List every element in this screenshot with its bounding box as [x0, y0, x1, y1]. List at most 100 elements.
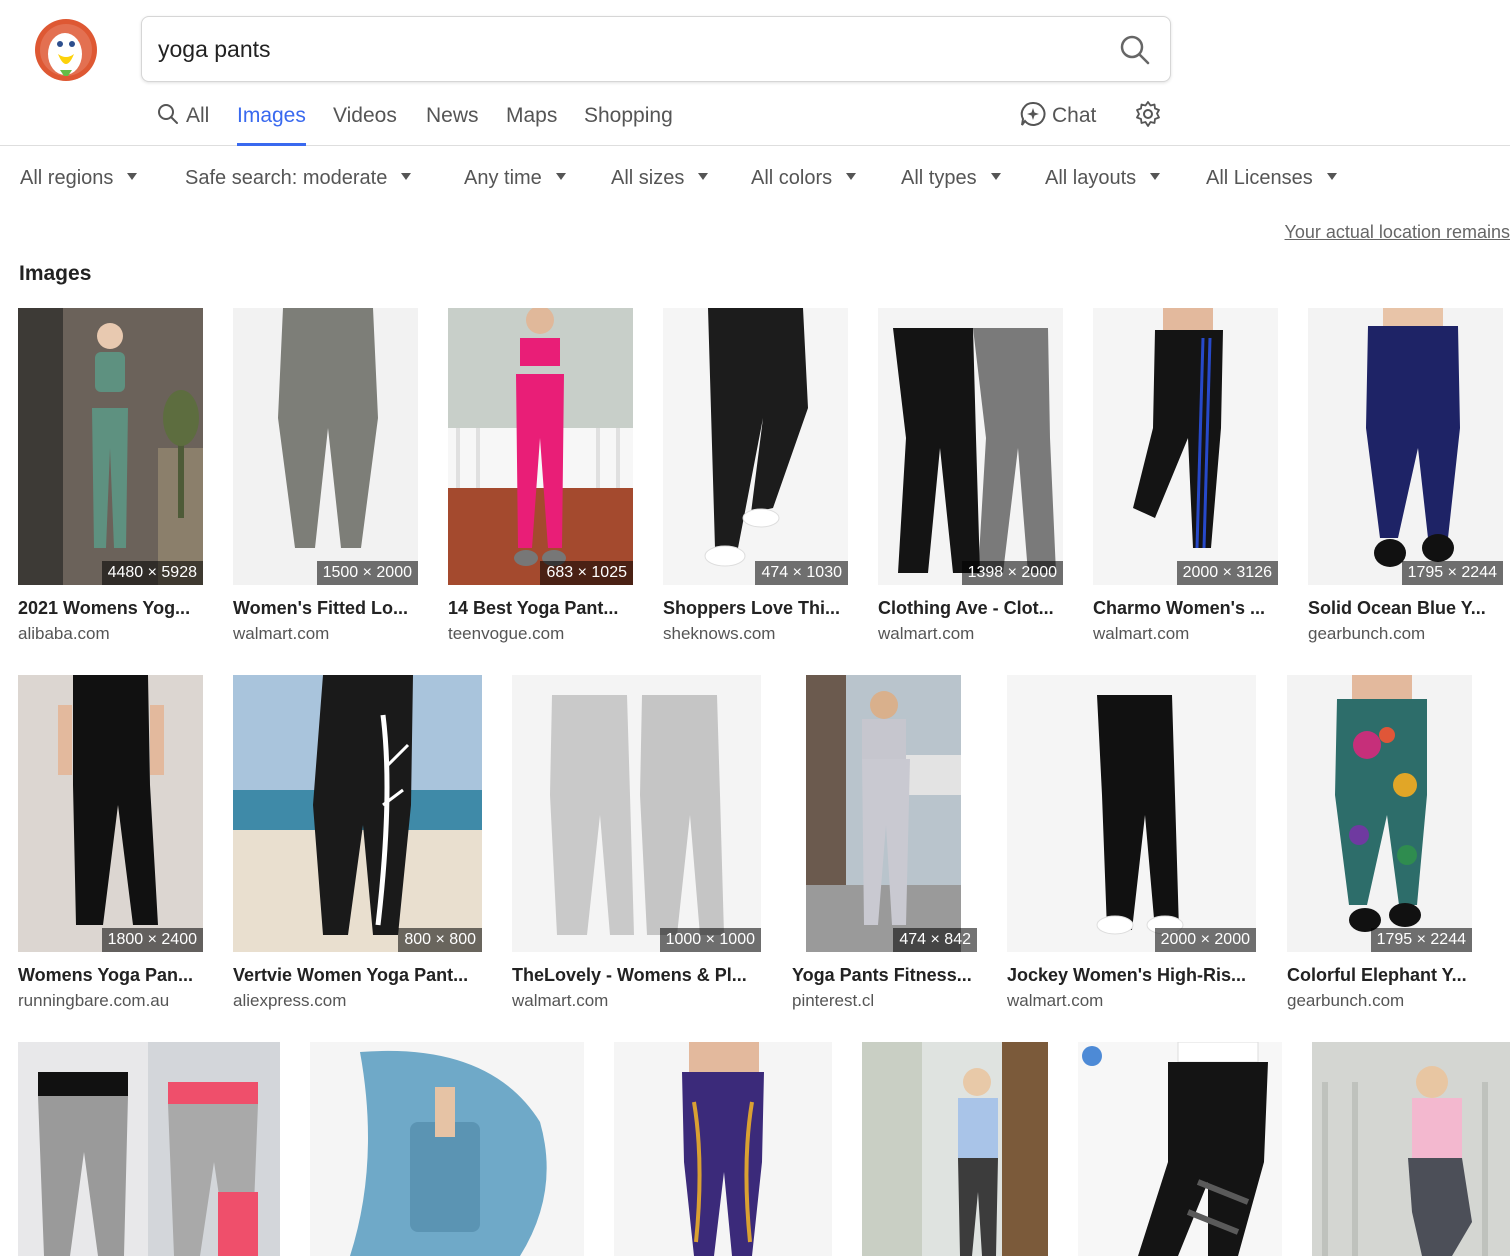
image-result[interactable]	[1312, 1042, 1510, 1256]
image-title[interactable]: Shoppers Love Thi...	[663, 598, 848, 619]
image-thumbnail[interactable]: 1500 × 2000	[233, 308, 418, 585]
image-title[interactable]: Jockey Women's High-Ris...	[1007, 965, 1257, 986]
image-thumbnail[interactable]: 474 × 1030	[663, 308, 848, 585]
image-dimensions: 2000 × 3126	[1176, 561, 1278, 585]
image-result[interactable]: 1795 × 2244 Colorful Elephant Y... gearb…	[1287, 675, 1472, 1015]
tab-news[interactable]: News	[426, 96, 479, 146]
image-thumbnail[interactable]	[614, 1042, 832, 1256]
image-source: teenvogue.com	[448, 624, 565, 643]
image-result[interactable]: 474 × 842 Yoga Pants Fitness... pinteres…	[792, 675, 977, 1015]
image-thumbnail[interactable]	[310, 1042, 584, 1256]
image-source: walmart.com	[233, 624, 330, 643]
image-title[interactable]: Yoga Pants Fitness...	[792, 965, 977, 986]
filter-label: All sizes	[611, 167, 685, 189]
filter-label: All types	[901, 167, 977, 189]
image-thumbnail[interactable]: 1795 × 2244	[1287, 675, 1472, 952]
image-thumbnail[interactable]	[18, 1042, 280, 1256]
image-result[interactable]	[862, 1042, 1048, 1256]
image-result[interactable]: 1795 × 2244 Solid Ocean Blue Y... gearbu…	[1308, 308, 1503, 648]
tab-all[interactable]: All	[156, 96, 209, 146]
image-title[interactable]: 2021 Womens Yog...	[18, 598, 203, 619]
image-source: alibaba.com	[18, 624, 110, 643]
filter-color[interactable]: All colors	[751, 160, 857, 196]
vertical-nav: All Images Videos News Maps Shopping Cha…	[0, 96, 1510, 146]
image-result[interactable]: 1800 × 2400 Womens Yoga Pan... runningba…	[18, 675, 203, 1015]
filter-size[interactable]: All sizes	[611, 160, 709, 196]
caret-down-icon	[401, 173, 412, 181]
duckduckgo-logo[interactable]	[34, 18, 98, 82]
image-thumbnail[interactable]: 1795 × 2244	[1308, 308, 1503, 585]
image-thumbnail[interactable]	[1078, 1042, 1282, 1256]
image-source: gearbunch.com	[1308, 624, 1426, 643]
search-box	[141, 16, 1171, 82]
image-result[interactable]: 2000 × 3126 Charmo Women's ... walmart.c…	[1093, 308, 1278, 648]
filter-region[interactable]: All regions	[20, 160, 138, 196]
image-result[interactable]: 2000 × 2000 Jockey Women's High-Ris... w…	[1007, 675, 1257, 1015]
image-thumbnail[interactable]: 683 × 1025	[448, 308, 633, 585]
image-dimensions: 800 × 800	[398, 928, 482, 952]
image-thumbnail[interactable]	[1312, 1042, 1510, 1256]
caret-down-icon	[127, 173, 138, 181]
filter-label: All colors	[751, 167, 833, 189]
image-thumbnail[interactable]: 800 × 800	[233, 675, 482, 952]
filter-layout[interactable]: All layouts	[1045, 160, 1161, 196]
image-thumbnail[interactable]: 1800 × 2400	[18, 675, 203, 952]
image-result[interactable]: 1000 × 1000 TheLovely - Womens & Pl... w…	[512, 675, 762, 1015]
image-title[interactable]: Colorful Elephant Y...	[1287, 965, 1472, 986]
image-thumbnail[interactable]: 4480 × 5928	[18, 308, 203, 585]
image-title[interactable]: TheLovely - Womens & Pl...	[512, 965, 762, 986]
image-result[interactable]	[310, 1042, 584, 1256]
image-title[interactable]: Womens Yoga Pan...	[18, 965, 203, 986]
image-source: walmart.com	[1093, 624, 1190, 643]
search-input[interactable]	[158, 17, 1098, 81]
image-thumbnail[interactable]: 1000 × 1000	[512, 675, 761, 952]
tab-maps[interactable]: Maps	[506, 96, 557, 146]
image-title[interactable]: Vertvie Women Yoga Pant...	[233, 965, 483, 986]
image-title[interactable]: Solid Ocean Blue Y...	[1308, 598, 1503, 619]
chat-button[interactable]: Chat	[1020, 96, 1096, 146]
image-dimensions: 2000 × 2000	[1154, 928, 1256, 952]
filter-type[interactable]: All types	[901, 160, 1001, 196]
location-notice-link[interactable]: Your actual location remains	[1285, 222, 1510, 243]
settings-button[interactable]	[1134, 96, 1168, 146]
image-result[interactable]: 4480 × 5928 2021 Womens Yog... alibaba.c…	[18, 308, 203, 648]
image-dimensions: 1500 × 2000	[316, 561, 418, 585]
image-dimensions: 474 × 1030	[755, 561, 848, 585]
image-thumbnail[interactable]	[862, 1042, 1048, 1256]
image-title[interactable]: Charmo Women's ...	[1093, 598, 1278, 619]
tab-videos[interactable]: Videos	[333, 96, 397, 146]
image-thumbnail[interactable]: 2000 × 2000	[1007, 675, 1256, 952]
image-result[interactable]	[1078, 1042, 1282, 1256]
image-dimensions: 4480 × 5928	[101, 561, 203, 585]
image-result[interactable]: 474 × 1030 Shoppers Love Thi... sheknows…	[663, 308, 848, 648]
filter-safe-search[interactable]: Safe search: moderate	[185, 160, 412, 196]
tab-shopping[interactable]: Shopping	[584, 96, 673, 146]
image-result[interactable]: 800 × 800 Vertvie Women Yoga Pant... ali…	[233, 675, 483, 1015]
image-source: sheknows.com	[663, 624, 776, 643]
image-result[interactable]: 683 × 1025 14 Best Yoga Pant... teenvogu…	[448, 308, 633, 648]
image-dimensions: 1398 × 2000	[961, 561, 1063, 585]
image-title[interactable]: 14 Best Yoga Pant...	[448, 598, 633, 619]
image-thumbnail[interactable]: 474 × 842	[792, 675, 977, 952]
chat-label: Chat	[1052, 104, 1097, 127]
tab-label: News	[426, 104, 479, 127]
image-result[interactable]: 1398 × 2000 Clothing Ave - Clot... walma…	[878, 308, 1063, 648]
image-dimensions: 1000 × 1000	[659, 928, 761, 952]
filter-time[interactable]: Any time	[464, 160, 566, 196]
image-title[interactable]: Women's Fitted Lo...	[233, 598, 418, 619]
image-source: walmart.com	[878, 624, 975, 643]
image-thumbnail[interactable]: 1398 × 2000	[878, 308, 1063, 585]
image-result[interactable]	[18, 1042, 280, 1256]
search-icon[interactable]	[1118, 33, 1152, 67]
image-thumbnail[interactable]: 2000 × 3126	[1093, 308, 1278, 585]
tab-label: Maps	[506, 104, 558, 127]
tab-images[interactable]: Images	[237, 96, 306, 146]
image-title[interactable]: Clothing Ave - Clot...	[878, 598, 1063, 619]
filter-license[interactable]: All Licenses	[1206, 160, 1337, 196]
image-source: aliexpress.com	[233, 991, 347, 1010]
caret-down-icon	[846, 173, 857, 181]
image-source: runningbare.com.au	[18, 991, 170, 1010]
image-result[interactable]	[614, 1042, 832, 1256]
image-dimensions: 1795 × 2244	[1401, 561, 1503, 585]
image-result[interactable]: 1500 × 2000 Women's Fitted Lo... walmart…	[233, 308, 418, 648]
